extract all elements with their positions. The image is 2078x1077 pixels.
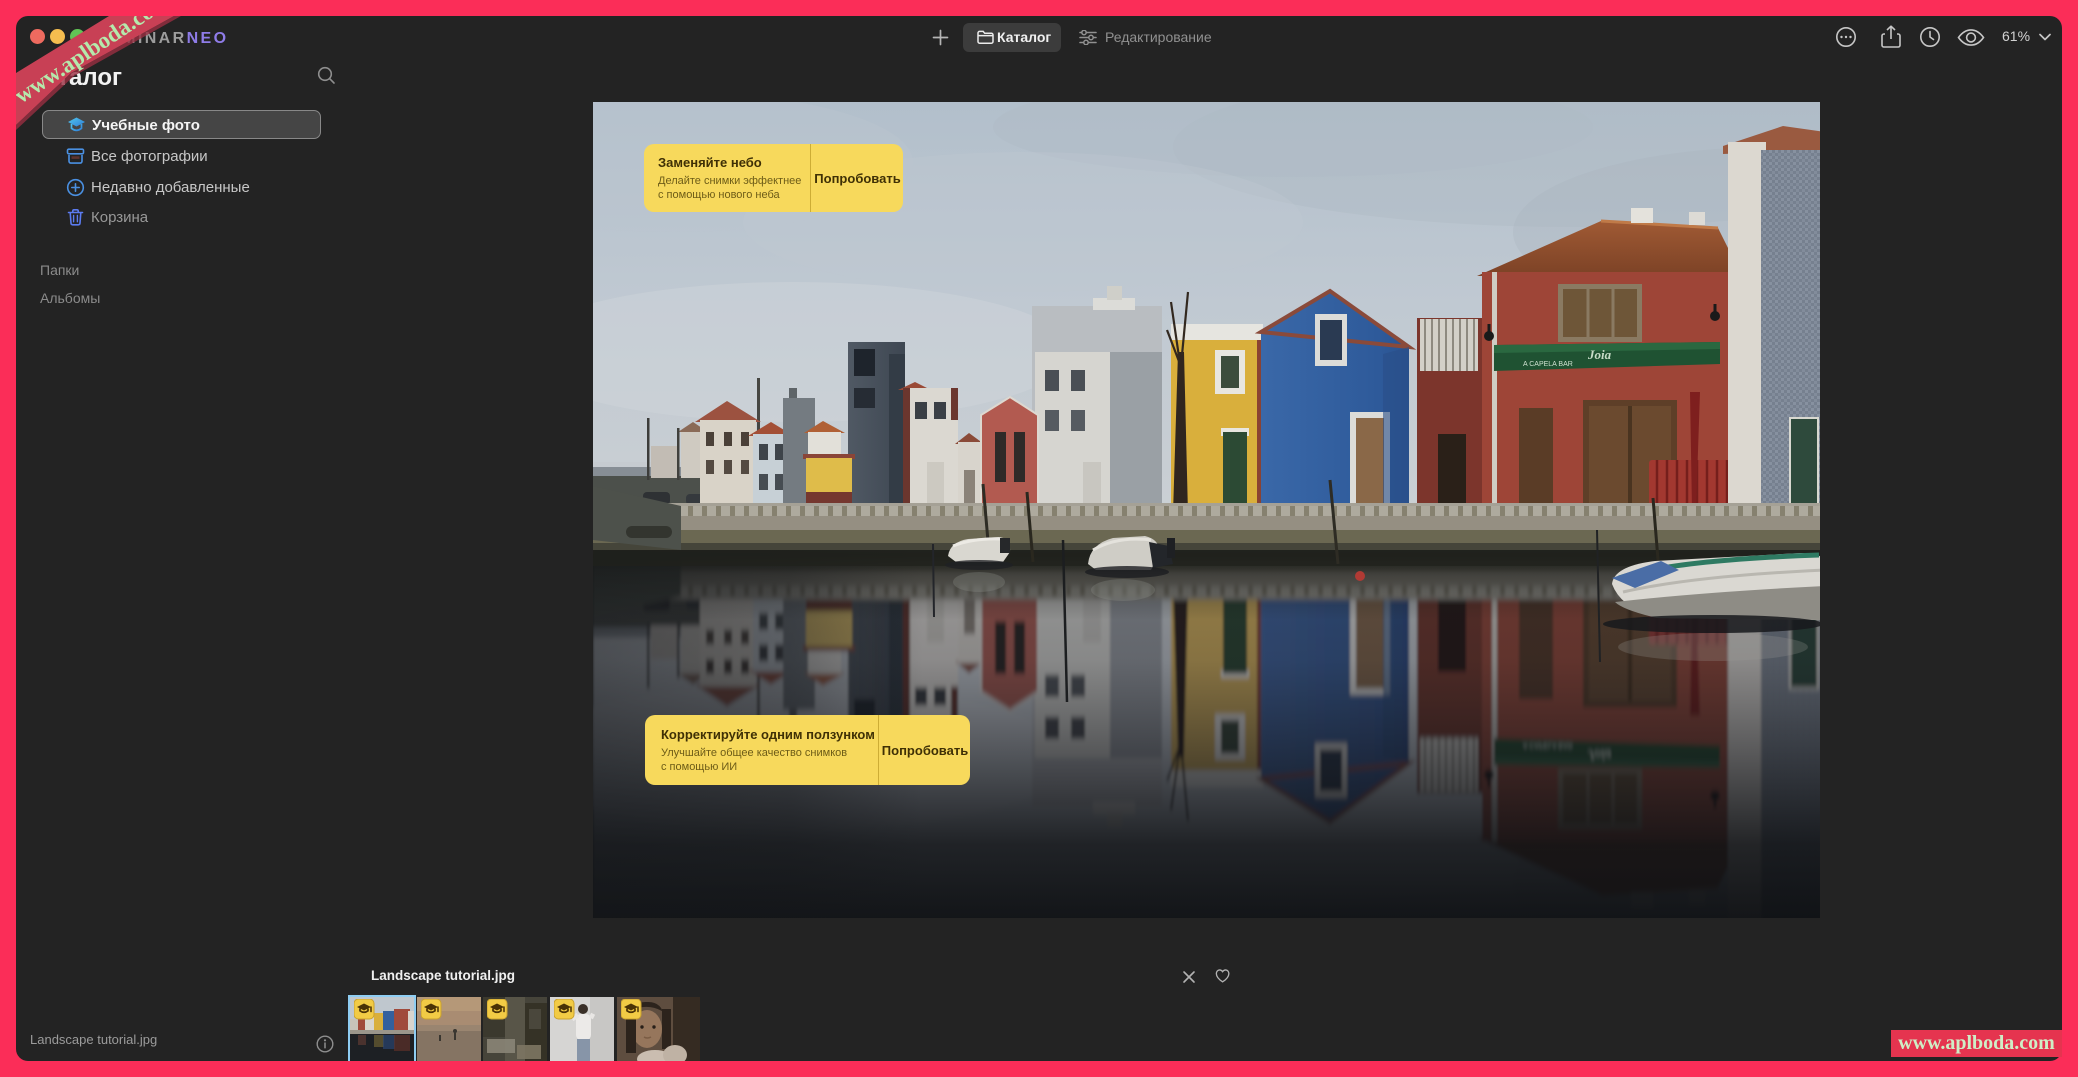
svg-text:Joia: Joia bbox=[1587, 347, 1612, 362]
svg-text:A CAPELA BAR: A CAPELA BAR bbox=[1523, 361, 1573, 368]
